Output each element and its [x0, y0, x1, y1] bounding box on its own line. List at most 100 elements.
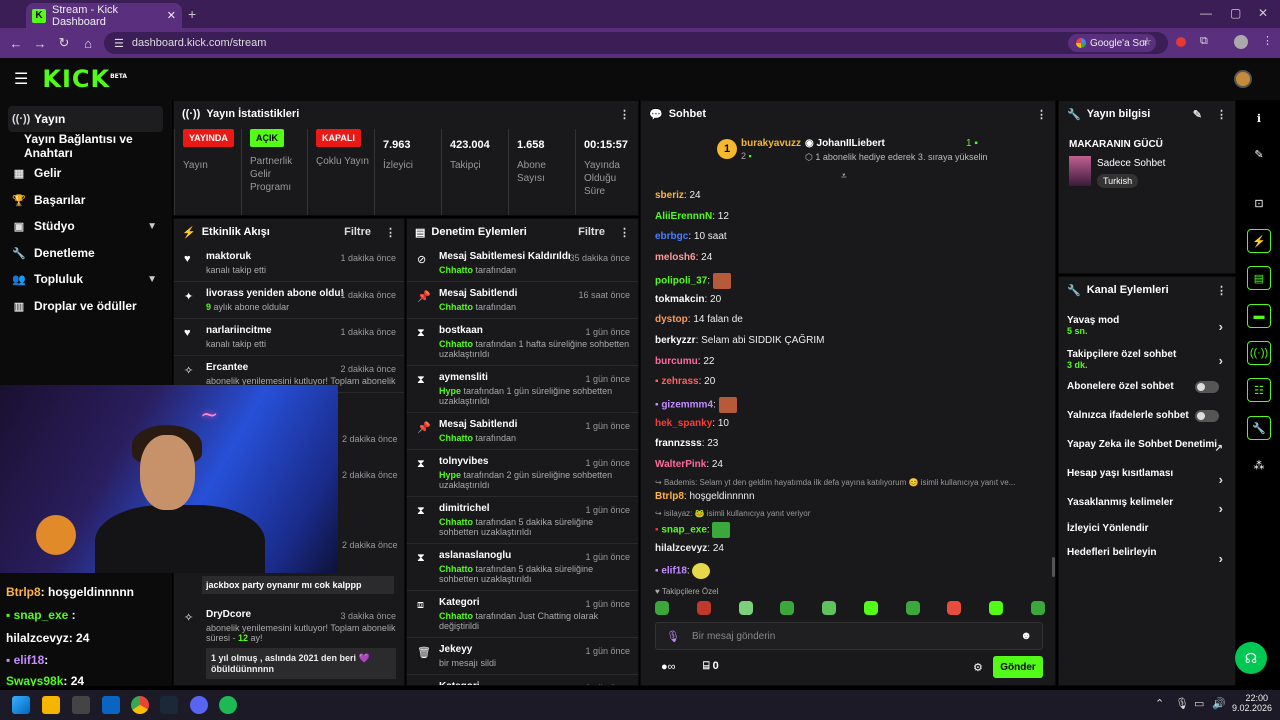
- sidebar-item-stream-key[interactable]: Yayın Bağlantısı ve Anahtarı: [8, 132, 163, 160]
- back-icon[interactable]: ←: [4, 36, 28, 51]
- chat-username[interactable]: ebrbgc: [655, 231, 688, 242]
- layers-icon[interactable]: ☷: [1247, 378, 1271, 402]
- layout-icon[interactable]: ⊡: [1247, 191, 1271, 215]
- kebab-menu-icon[interactable]: ⋮: [1216, 108, 1227, 121]
- store-icon[interactable]: [72, 696, 90, 714]
- emote-button[interactable]: [780, 601, 795, 615]
- channel-action-item[interactable]: Yasaklanmış kelimeler ›: [1067, 497, 1227, 516]
- home-icon[interactable]: ⌂: [76, 36, 100, 51]
- chat-username[interactable]: berkyzzr: [655, 335, 696, 346]
- chat-username[interactable]: Btrlp8: [655, 491, 684, 502]
- volume-icon[interactable]: 🔊: [1212, 697, 1226, 710]
- emote-button[interactable]: [905, 601, 920, 615]
- emote-button[interactable]: [989, 601, 1004, 615]
- channel-action-item[interactable]: Hedefleri belirleyin ›: [1067, 547, 1227, 566]
- url-field[interactable]: ☰ dashboard.kick.com/stream Google'a Sor: [104, 32, 1168, 54]
- browser-menu-icon[interactable]: ⋮: [1262, 34, 1273, 47]
- maximize-button[interactable]: ▢: [1230, 6, 1241, 20]
- mod-actor[interactable]: Hype: [439, 386, 461, 396]
- kebab-menu-icon[interactable]: ⋮: [619, 226, 630, 239]
- broadcast-icon[interactable]: ((·)): [1247, 341, 1271, 365]
- sidebar-item-gelir[interactable]: ▦ Gelir: [8, 160, 163, 186]
- user-avatar[interactable]: [1234, 70, 1252, 88]
- spotify-icon[interactable]: [219, 696, 237, 714]
- mod-actor[interactable]: Chhatto: [439, 564, 473, 574]
- channel-points-icon[interactable]: ●∞: [661, 661, 676, 673]
- info-icon[interactable]: ℹ: [1247, 106, 1271, 130]
- extension-icon[interactable]: [1176, 37, 1186, 47]
- sidebar-item-denetleme[interactable]: 🔧 Denetleme: [8, 240, 163, 266]
- chat-username[interactable]: elif18: [661, 566, 687, 577]
- filter-button[interactable]: Filtre: [578, 226, 605, 238]
- chat-username[interactable]: AliiErennnN: [655, 211, 712, 222]
- new-tab-button[interactable]: +: [188, 6, 196, 22]
- mic-icon[interactable]: 🎙: [666, 630, 680, 643]
- drops-counter[interactable]: ⌸ 0: [703, 660, 719, 673]
- chat-username[interactable]: burcumu: [655, 356, 698, 367]
- mod-actor[interactable]: Chhatto: [439, 517, 473, 527]
- chat-username[interactable]: sberiz: [655, 190, 684, 201]
- chrome-icon[interactable]: [131, 696, 149, 714]
- channel-action-item[interactable]: Yalnızca ifadelerle sohbet: [1067, 410, 1227, 422]
- chat-username[interactable]: WalterPink: [655, 459, 706, 470]
- edit-pencil-icon[interactable]: ✎: [1193, 108, 1202, 121]
- sidebar-item-basarilar[interactable]: 🏆 Başarılar: [8, 187, 163, 213]
- support-headset-icon[interactable]: ☊: [1235, 642, 1267, 674]
- document-icon[interactable]: ▤: [1247, 266, 1271, 290]
- tray-chevron-icon[interactable]: ⌃: [1155, 697, 1164, 710]
- file-explorer-icon[interactable]: [42, 696, 60, 714]
- emote-button[interactable]: [947, 601, 962, 615]
- chat-input[interactable]: 🎙 Bir mesaj gönderin ☻: [655, 622, 1043, 650]
- site-info-icon[interactable]: ☰: [114, 37, 124, 50]
- clock[interactable]: 22:00 9.02.2026: [1232, 693, 1272, 713]
- channel-action-item[interactable]: İzleyici Yönlendir: [1067, 523, 1227, 534]
- browser-tab[interactable]: K Stream - Kick Dashboard ✕: [26, 3, 182, 28]
- hamburger-menu-icon[interactable]: ☰: [14, 69, 28, 89]
- send-button[interactable]: Gönder: [993, 656, 1043, 678]
- chat-scrollbar[interactable]: [1052, 557, 1055, 577]
- windows-start-icon[interactable]: [12, 696, 30, 714]
- chat-username[interactable]: hek_spanky: [655, 418, 712, 429]
- mod-actor[interactable]: Chhatto: [439, 611, 473, 621]
- toggle-switch[interactable]: [1195, 381, 1219, 393]
- close-tab-icon[interactable]: ✕: [167, 9, 176, 22]
- steam-icon[interactable]: [160, 696, 178, 714]
- emote-button[interactable]: [1030, 601, 1045, 615]
- mod-actor[interactable]: Chhatto: [439, 433, 473, 443]
- mic-icon[interactable]: 🎙: [1175, 697, 1189, 710]
- mod-actor[interactable]: Hype: [439, 470, 461, 480]
- outlook-icon[interactable]: [102, 696, 120, 714]
- chat-username[interactable]: gizemmm4: [661, 400, 713, 411]
- profile-avatar[interactable]: [1234, 35, 1248, 49]
- channel-action-item[interactable]: Yapay Zeka ile Sohbet Denetimi ↗: [1067, 439, 1227, 454]
- toggle-switch[interactable]: [1195, 410, 1219, 422]
- chat-username[interactable]: melosh6: [655, 252, 696, 263]
- kebab-menu-icon[interactable]: ⋮: [385, 226, 396, 239]
- wrench-icon[interactable]: 🔧: [1247, 416, 1271, 440]
- sidebar-item-yayin[interactable]: ((·)) Yayın: [8, 106, 163, 132]
- forward-icon[interactable]: →: [28, 36, 52, 51]
- kebab-menu-icon[interactable]: ⋮: [1036, 108, 1047, 121]
- emote-button[interactable]: [863, 601, 878, 615]
- emote-button[interactable]: [696, 601, 711, 615]
- channel-action-item[interactable]: Abonelere özel sohbet: [1067, 381, 1227, 393]
- lightning-icon[interactable]: ⚡: [1247, 229, 1271, 253]
- chat-username[interactable]: polipoli_37: [655, 275, 707, 286]
- emote-button[interactable]: [655, 601, 669, 615]
- mod-actor[interactable]: Chhatto: [439, 265, 473, 275]
- mod-actor[interactable]: Chhatto: [439, 302, 473, 312]
- chat-settings-icon[interactable]: ⚙: [973, 661, 983, 674]
- emote-button[interactable]: [738, 601, 753, 615]
- minimize-button[interactable]: —: [1200, 6, 1212, 20]
- edit-icon[interactable]: ✎: [1247, 142, 1271, 166]
- kick-logo[interactable]: KICKBETA: [42, 65, 127, 93]
- chat-username[interactable]: tokmakcin: [655, 294, 704, 305]
- channel-action-item[interactable]: Yavaş mod 5 sn. ›: [1067, 315, 1227, 336]
- emoji-icon[interactable]: ☻: [1020, 630, 1032, 642]
- discord-icon[interactable]: [190, 696, 208, 714]
- drops-icon[interactable]: ⁂: [1247, 453, 1271, 477]
- expand-chevron-icon[interactable]: ⩡: [841, 171, 847, 182]
- extensions-puzzle-icon[interactable]: ⧉: [1200, 35, 1208, 48]
- network-icon[interactable]: ▭: [1194, 697, 1204, 710]
- chat-username[interactable]: snap_exe: [661, 525, 707, 536]
